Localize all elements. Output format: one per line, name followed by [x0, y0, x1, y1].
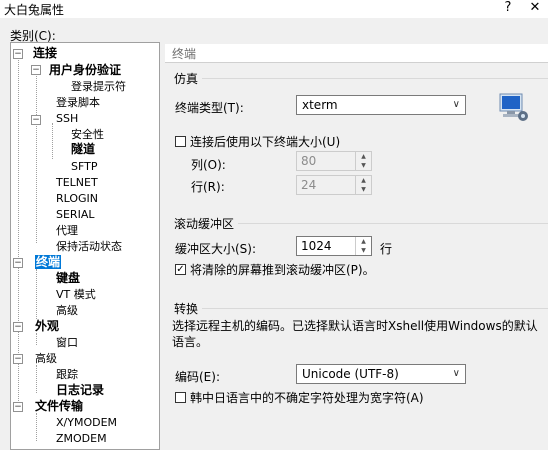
cjk-wide-checkbox[interactable]: [175, 392, 186, 403]
terminal-type-select[interactable]: xterm ∨: [296, 95, 466, 115]
tree-item-vt-mode[interactable]: VT 模式: [56, 287, 96, 302]
collapse-icon[interactable]: −: [13, 322, 23, 332]
collapse-icon[interactable]: −: [13, 402, 23, 412]
tree-item-logging[interactable]: 日志记录: [56, 383, 104, 398]
window-title: 大白兔属性: [4, 3, 65, 17]
terminal-type-label: 终端类型(T):: [175, 101, 244, 115]
section-divider: [202, 78, 548, 79]
spin-buttons[interactable]: ▲ ▼: [355, 237, 371, 255]
tree-item-security[interactable]: 安全性: [71, 127, 104, 142]
tree-item-login-prompt[interactable]: 登录提示符: [71, 79, 126, 94]
push-cleared-checkbox[interactable]: ✓: [175, 264, 186, 275]
tree-item-advanced[interactable]: 高级: [35, 351, 57, 366]
category-tree[interactable]: − 连接 − 用户身份验证 登录提示符 登录脚本 − SSH 安全性 隧道 SF…: [10, 42, 160, 450]
collapse-icon[interactable]: −: [13, 49, 23, 59]
buffer-size-label: 缓冲区大小(S):: [175, 242, 257, 256]
tree-item-sftp[interactable]: SFTP: [71, 159, 97, 174]
section-divider: [202, 308, 548, 309]
tree-item-keyboard[interactable]: 键盘: [56, 271, 80, 286]
spin-buttons[interactable]: ▲ ▼: [355, 152, 371, 170]
tree-connector: [36, 269, 37, 319]
tree-item-login-script[interactable]: 登录脚本: [56, 95, 100, 110]
tree-item-file-transfer[interactable]: 文件传输: [35, 399, 83, 414]
cols-spinner[interactable]: 80 ▲ ▼: [296, 151, 372, 171]
tree-connector: [36, 333, 37, 345]
tree-item-trace[interactable]: 跟踪: [56, 367, 78, 382]
terminal-settings-icon: [499, 93, 528, 121]
tree-item-rlogin[interactable]: RLOGIN: [56, 191, 98, 206]
tree-item-keepalive[interactable]: 保持活动状态: [56, 239, 122, 254]
tree-item-telnet[interactable]: TELNET: [56, 175, 98, 190]
tree-item-window[interactable]: 窗口: [56, 335, 78, 350]
buffer-size-unit: 行: [380, 242, 393, 256]
tree-connector: [52, 123, 53, 159]
encoding-label: 编码(E):: [175, 370, 220, 384]
chevron-down-icon: ∨: [452, 368, 460, 379]
panel-header: [165, 44, 548, 63]
close-button[interactable]: ✕: [522, 0, 548, 18]
collapse-icon[interactable]: −: [13, 258, 23, 268]
tree-connector: [36, 413, 37, 441]
panel-title: 终端: [172, 47, 197, 61]
section-title-scrollback: 滚动缓冲区: [174, 217, 235, 231]
section-divider: [238, 223, 548, 224]
title-bar: [0, 0, 548, 18]
collapse-icon[interactable]: −: [31, 65, 41, 75]
tree-item-serial[interactable]: SERIAL: [56, 207, 94, 222]
custom-size-checkbox[interactable]: [175, 136, 186, 147]
encoding-description: 选择远程主机的编码。已选择默认语言时Xshell使用Windows的默认语言。: [172, 319, 538, 349]
tree-item-proxy[interactable]: 代理: [56, 223, 78, 238]
spin-buttons[interactable]: ▲ ▼: [355, 176, 371, 194]
help-button[interactable]: ?: [498, 0, 518, 18]
encoding-select[interactable]: Unicode (UTF-8) ∨: [296, 364, 466, 384]
tree-item-connection[interactable]: 连接: [33, 46, 57, 61]
buffer-size-spinner[interactable]: 1024 ▲ ▼: [296, 236, 372, 256]
collapse-icon[interactable]: −: [13, 354, 23, 364]
tree-item-zmodem[interactable]: ZMODEM: [56, 431, 107, 446]
tree-item-tunnel[interactable]: 隧道: [71, 142, 95, 157]
push-cleared-label: 将清除的屏幕推到滚动缓冲区(P)。: [190, 263, 375, 277]
tree-item-terminal-advanced[interactable]: 高级: [56, 303, 78, 318]
section-title-conversion: 转换: [174, 302, 199, 316]
tree-item-xymodem[interactable]: X/YMODEM: [56, 415, 117, 430]
section-title-emulation: 仿真: [174, 72, 199, 86]
collapse-icon[interactable]: −: [31, 115, 41, 125]
tree-connector: [36, 73, 37, 243]
tree-item-user-auth[interactable]: 用户身份验证: [49, 63, 121, 78]
tree-item-terminal[interactable]: 终端: [35, 255, 62, 270]
custom-size-label: 连接后使用以下终端大小(U): [190, 135, 341, 149]
tree-connector: [36, 365, 37, 393]
rows-spinner[interactable]: 24 ▲ ▼: [296, 175, 372, 195]
cols-label: 列(O):: [191, 158, 226, 172]
rows-label: 行(R):: [191, 180, 225, 194]
tree-item-ssh[interactable]: SSH: [56, 111, 78, 126]
cjk-wide-label: 韩中日语言中的不确定字符处理为宽字符(A): [190, 391, 424, 405]
chevron-down-icon: ∨: [452, 99, 460, 110]
tree-item-appearance[interactable]: 外观: [35, 319, 59, 334]
